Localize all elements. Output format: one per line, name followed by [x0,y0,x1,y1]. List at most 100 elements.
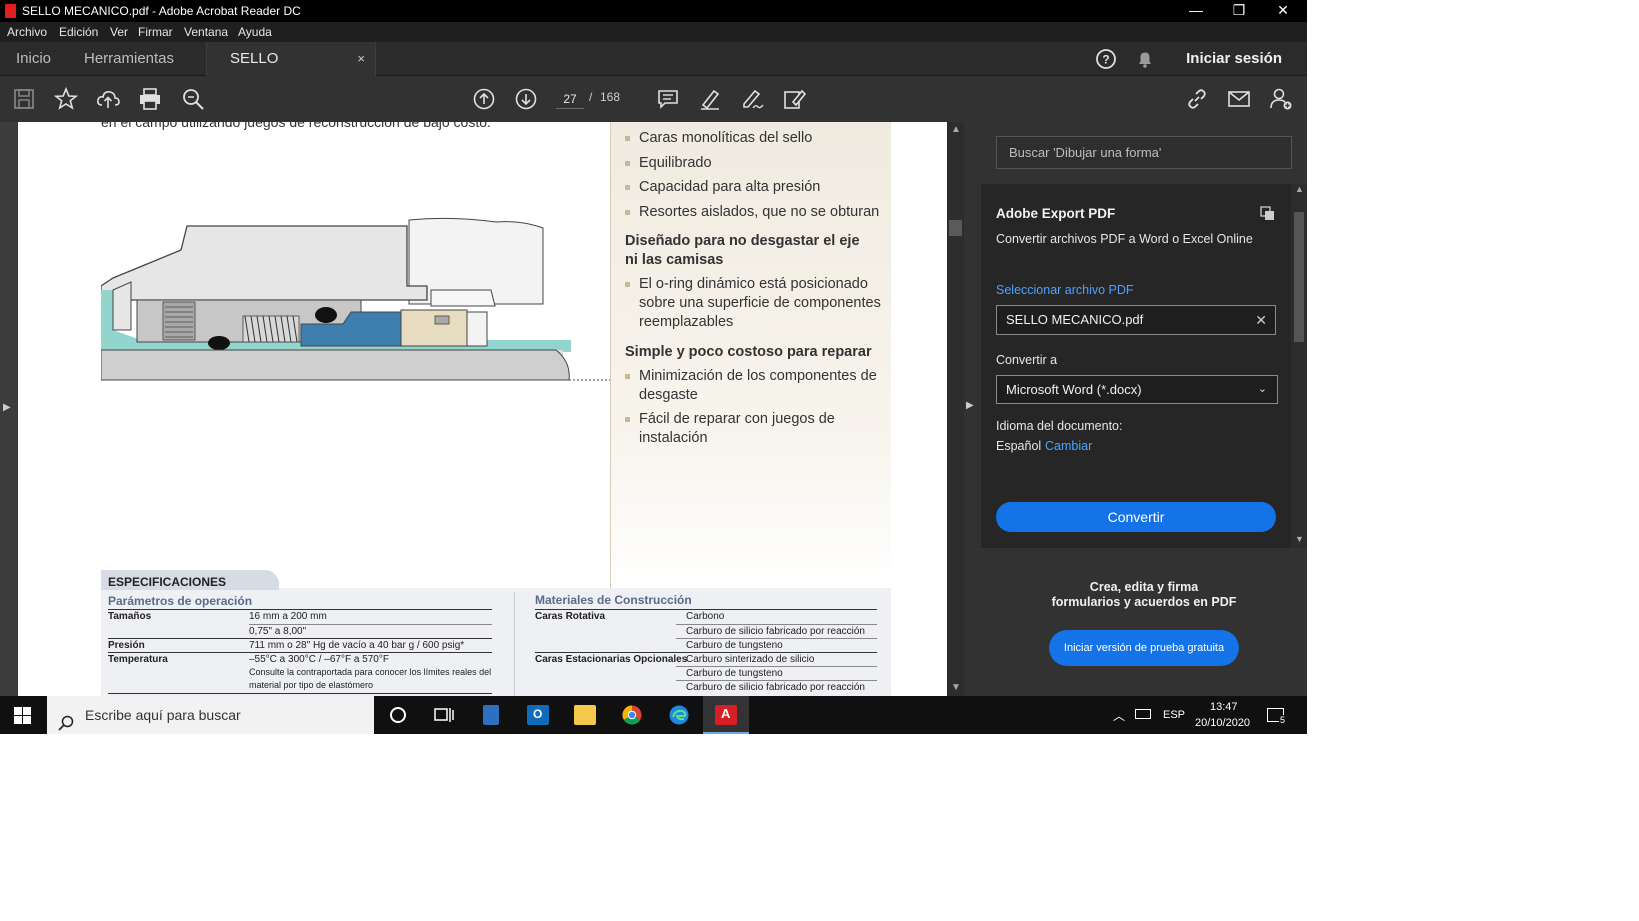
zoom-search-icon[interactable] [180,86,206,112]
convert-format-select[interactable]: Microsoft Word (*.docx) ⌄ [996,375,1278,404]
menu-ver[interactable]: Ver [110,25,128,39]
menu-archivo[interactable]: Archivo [7,25,47,39]
bookmark-star-icon[interactable] [53,86,79,112]
section-heading: Simple y poco costoso para reparar [625,344,872,360]
menu-firmar[interactable]: Firmar [138,25,173,39]
convert-button[interactable]: Convertir [996,502,1276,532]
right-tools-panel: Buscar 'Dibujar una forma' Adobe Export … [981,122,1307,696]
spec-value: –55°C a 300°C / –67°F a 570°F [249,654,389,665]
edge-app-icon[interactable] [656,696,702,734]
scroll-up-icon[interactable]: ▲ [951,124,961,135]
scroll-down-icon[interactable]: ▼ [1295,534,1304,544]
change-language-link[interactable]: Cambiar [1045,439,1092,453]
spec-label: Presión [108,640,145,651]
convert-to-label: Convertir a [996,353,1058,367]
add-user-icon[interactable] [1268,86,1294,112]
clock-date[interactable]: 20/10/2020 [1195,717,1250,729]
chevron-up-icon[interactable]: ︿ [1113,707,1125,724]
sign-in-button[interactable]: Iniciar sesión [1186,42,1282,76]
menu-edicion[interactable]: Edición [59,25,98,39]
outlook-app-icon[interactable]: O [515,696,561,734]
clear-file-icon[interactable]: ✕ [1255,306,1267,334]
restore-button[interactable]: ❐ [1217,0,1261,22]
upload-cloud-icon[interactable] [95,86,121,112]
acrobat-icon [5,4,16,18]
bullet-square-icon [625,282,630,287]
scroll-up-icon[interactable]: ▲ [1295,184,1304,194]
file-explorer-icon[interactable] [562,696,608,734]
close-window-button[interactable]: ✕ [1261,0,1305,22]
export-description: Convertir archivos PDF a Word o Excel On… [996,232,1253,246]
spec-label: Caras Estacionarias Opcionales [535,654,688,665]
specs-title: ESPECIFICACIONES [108,575,227,589]
cortana-icon[interactable] [375,696,421,734]
spec-label: Caras Rotativa [535,611,606,622]
select-pdf-link[interactable]: Seleccionar archivo PDF [996,283,1134,297]
close-tab-icon[interactable]: × [357,42,365,76]
task-view-icon[interactable] [421,696,467,734]
input-language[interactable]: ESP [1163,709,1185,721]
clock-time[interactable]: 13:47 [1210,701,1238,713]
copy-icon[interactable] [1260,206,1276,222]
minimize-button[interactable]: — [1174,0,1218,22]
document-area[interactable]: ▶ en el campo utilizando juegos de recon… [0,122,964,696]
chrome-app-icon[interactable] [609,696,655,734]
windows-taskbar: Escribe aquí para buscar O A ︿ ESP 13:47… [0,696,1307,734]
expand-left-panel-icon[interactable]: ▶ [3,402,11,413]
page-number-input[interactable]: 27 [556,89,584,109]
taskbar-search-box[interactable]: Escribe aquí para buscar [47,696,374,734]
bell-icon[interactable] [1132,46,1158,72]
spec-label: Tamaños [108,611,152,622]
tab-document[interactable]: SELLO MECANICO.... × [206,42,376,101]
scrollbar-thumb[interactable] [949,220,962,236]
pdf-page: en el campo utilizando juegos de reconst… [18,122,947,696]
search-icon [58,707,74,731]
window-title: SELLO MECANICO.pdf - Adobe Acrobat Reade… [22,4,301,18]
page-total: 168 [600,90,621,104]
selected-file-field[interactable]: SELLO MECANICO.pdf ✕ [996,305,1276,335]
highlight-pen-icon[interactable] [697,86,723,112]
share-link-icon[interactable] [1184,86,1210,112]
bullet-square-icon [625,185,630,190]
bullet-square-icon [625,417,630,422]
acrobat-taskbar-icon[interactable]: A [703,696,749,734]
svg-text:?: ? [1102,53,1109,67]
next-page-icon[interactable] [513,86,539,112]
print-icon[interactable] [137,86,163,112]
email-icon[interactable] [1226,86,1252,112]
tool-search-input[interactable]: Buscar 'Dibujar una forma' [996,136,1292,169]
acrobat-window: SELLO MECANICO.pdf - Adobe Acrobat Reade… [0,0,1307,734]
spec-value: Consulte la contraportada para conocer l… [249,667,492,677]
panel-scrollbar[interactable]: ▲ ▼ [1291,184,1307,548]
collapse-right-panel-icon[interactable]: ▶ [966,400,974,411]
scrollbar-thumb[interactable] [1294,212,1304,342]
menu-ayuda[interactable]: Ayuda [238,25,272,39]
taskbar-search-placeholder: Escribe aquí para buscar [85,707,241,723]
menu-ventana[interactable]: Ventana [184,25,228,39]
free-trial-button[interactable]: Iniciar versión de prueba gratuita [1049,630,1239,666]
calculator-app-icon[interactable] [468,696,514,734]
tab-bar: Inicio Herramientas SELLO MECANICO.... ×… [0,42,1307,101]
convert-format-value: Microsoft Word (*.docx) [1006,382,1142,397]
document-scrollbar[interactable]: ▲ ▼ [947,122,964,696]
spec-value: Carburo de tungsteno [686,668,783,679]
toolbar: 27 / 168 [0,77,1307,121]
fill-sign-icon[interactable] [781,86,807,112]
spec-value: 0,75" a 8,00" [249,626,307,637]
windows-start-icon[interactable] [14,707,31,724]
help-icon[interactable]: ? [1093,46,1119,72]
scroll-down-icon[interactable]: ▼ [951,682,961,693]
tab-tools[interactable]: Herramientas [84,42,174,76]
tab-home[interactable]: Inicio [16,42,51,76]
section-heading: Diseñado para no desgastar el eje ni las… [625,233,860,268]
battery-icon[interactable] [1135,709,1151,719]
promo-text: Crea, edita y firma formularios y acuerd… [1051,580,1237,609]
features-column: Caras monolíticas del sello Equilibrado … [610,122,891,588]
sign-pen-icon[interactable] [739,86,765,112]
spec-value: 711 mm o 28" Hg de vacío a 40 bar g / 60… [249,640,465,651]
document-language-value: Español [996,439,1042,453]
spec-value: Carburo de silicio fabricado por reacció… [686,626,865,637]
comment-icon[interactable] [655,86,681,112]
previous-page-icon[interactable] [471,86,497,112]
save-icon[interactable] [11,86,37,112]
